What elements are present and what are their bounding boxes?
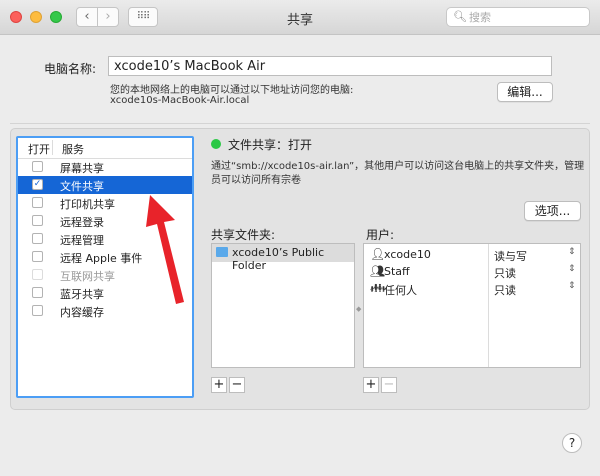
service-status-description: 通过“smb://xcode10s-air.lan”，其他用户可以访问这台电脑上… bbox=[211, 161, 585, 186]
column-header-on[interactable]: 打开 bbox=[28, 141, 50, 157]
computer-name-label: 电脑名称: bbox=[44, 62, 97, 76]
help-button[interactable]: ? bbox=[562, 433, 582, 453]
permission-select[interactable]: 只读 bbox=[494, 265, 516, 281]
service-label: 互联网共享 bbox=[60, 270, 115, 283]
user-icon: 👤︎ bbox=[370, 247, 386, 261]
search-input[interactable] bbox=[469, 9, 587, 25]
status-indicator bbox=[211, 139, 221, 149]
splitter-handle[interactable]: ◆ bbox=[356, 305, 361, 313]
service-checkbox[interactable] bbox=[32, 305, 43, 316]
service-status: 文件共享：打开 bbox=[228, 138, 313, 152]
shared-folders-label: 共享文件夹: bbox=[211, 228, 276, 242]
service-label: 远程登录 bbox=[60, 216, 104, 229]
search-icon: 🔍︎ bbox=[453, 10, 467, 23]
column-header-service[interactable]: 服务 bbox=[62, 141, 84, 157]
remove-folder-button[interactable]: − bbox=[229, 377, 245, 393]
everyone-icon: 👪︎ bbox=[370, 281, 386, 295]
service-label: 文件共享 bbox=[60, 180, 104, 193]
user-name: 任何人 bbox=[384, 284, 417, 297]
search-box[interactable]: 🔍︎ bbox=[446, 7, 590, 27]
users-label: 用户: bbox=[366, 228, 395, 242]
services-list-header: 打开 服务 bbox=[18, 138, 192, 159]
edit-button[interactable]: 编辑... bbox=[497, 82, 553, 102]
service-label: 内容缓存 bbox=[60, 306, 104, 319]
computer-name-field[interactable]: xcode10’s MacBook Air bbox=[108, 56, 552, 76]
user-name: xcode10 bbox=[384, 248, 431, 261]
permission-select[interactable]: 读与写 bbox=[494, 248, 527, 264]
user-name: Staff bbox=[384, 265, 410, 278]
add-folder-button[interactable]: + bbox=[211, 377, 227, 393]
folder-icon bbox=[216, 247, 228, 257]
local-address: xcode10s-MacBook-Air.local bbox=[110, 95, 250, 106]
computer-name-description: 您的本地网络上的电脑可以通过以下地址访问您的电脑: bbox=[110, 85, 354, 96]
permission-select[interactable]: 只读 bbox=[494, 282, 516, 298]
users-list[interactable]: 👤︎ xcode10 读与写 ⇕ 👥︎ Staff 只读 ⇕ 👪︎ 任何人 只读… bbox=[363, 243, 581, 368]
up-down-arrows-icon: ⇕ bbox=[568, 281, 576, 291]
up-down-arrows-icon: ⇕ bbox=[568, 247, 576, 257]
service-label: 打印机共享 bbox=[60, 198, 115, 211]
table-row[interactable]: 👤︎ xcode10 读与写 ⇕ bbox=[364, 246, 580, 264]
service-checkbox[interactable] bbox=[32, 251, 43, 262]
divider bbox=[10, 123, 590, 124]
service-checkbox[interactable] bbox=[32, 233, 43, 244]
service-label: 蓝牙共享 bbox=[60, 288, 104, 301]
options-button[interactable]: 选项... bbox=[524, 201, 581, 221]
service-checkbox[interactable] bbox=[32, 197, 43, 208]
checkmark-icon: ✓ bbox=[33, 179, 42, 189]
remove-user-button[interactable]: − bbox=[381, 377, 397, 393]
service-checkbox[interactable] bbox=[32, 161, 43, 172]
service-label: 远程管理 bbox=[60, 234, 104, 247]
service-checkbox[interactable] bbox=[32, 215, 43, 226]
title-bar: ‹ › ⠿⠿ 共享 🔍︎ bbox=[0, 0, 600, 35]
annotation-arrow-icon bbox=[146, 195, 184, 304]
list-item[interactable]: xcode10’s Public Folder bbox=[212, 244, 354, 272]
service-checkbox[interactable] bbox=[32, 287, 43, 298]
folder-name: xcode10’s Public Folder bbox=[232, 246, 325, 272]
shared-folders-list[interactable]: xcode10’s Public Folder bbox=[211, 243, 355, 368]
table-row[interactable]: 👪︎ 任何人 只读 ⇕ bbox=[364, 280, 580, 298]
group-icon: 👥︎ bbox=[370, 264, 386, 278]
up-down-arrows-icon: ⇕ bbox=[568, 264, 576, 274]
add-user-button[interactable]: + bbox=[363, 377, 379, 393]
service-label: 远程 Apple 事件 bbox=[60, 252, 143, 265]
column-divider bbox=[52, 140, 53, 155]
service-checkbox[interactable] bbox=[32, 269, 43, 280]
table-row[interactable]: 👥︎ Staff 只读 ⇕ bbox=[364, 263, 580, 281]
service-label: 屏幕共享 bbox=[60, 162, 104, 175]
service-checkbox[interactable]: ✓ bbox=[32, 179, 43, 190]
service-row[interactable]: 屏幕共享 bbox=[18, 158, 192, 176]
